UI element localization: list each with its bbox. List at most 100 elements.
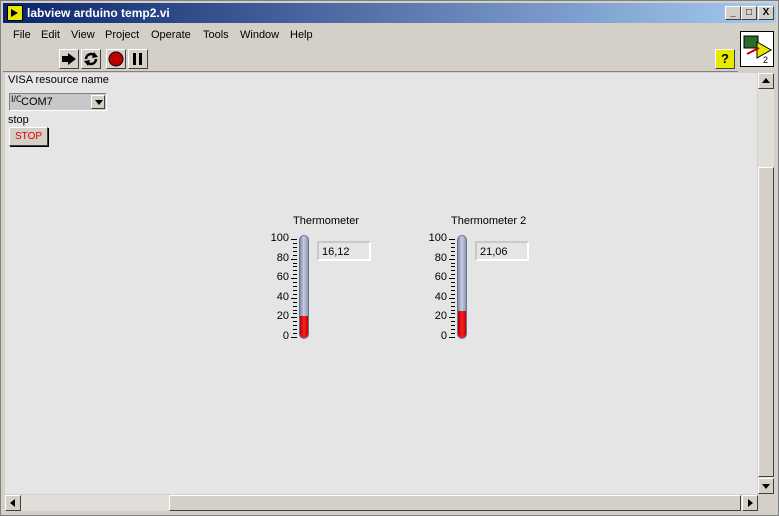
horizontal-scroll-thumb[interactable] (169, 495, 741, 511)
scale-tick (451, 246, 455, 248)
scale-tick (449, 258, 455, 260)
thermometer-1: Thermometer 100 80 60 40 20 0 16,12 (243, 215, 383, 345)
scale-tick (451, 262, 455, 264)
visa-label: VISA resource name (8, 74, 109, 86)
vertical-scrollbar[interactable] (758, 73, 774, 494)
thermometer-scale: 100 80 60 40 20 0 (401, 233, 455, 342)
visa-resource-control[interactable]: I/O COM7 (9, 93, 107, 111)
scale-tick (291, 278, 297, 280)
scale-tick-label: 40 (434, 290, 447, 303)
vertical-scroll-thumb[interactable] (758, 167, 774, 477)
size-grip[interactable] (758, 495, 774, 511)
run-button[interactable] (59, 49, 79, 69)
scale-tick (451, 254, 455, 256)
scale-tick (451, 274, 455, 276)
thermometer-label: Thermometer 2 (451, 215, 527, 227)
thermometer-readout-value: 21,06 (480, 246, 508, 258)
thermometer-label: Thermometer (293, 215, 360, 227)
scale-tick (451, 321, 455, 323)
menu-file[interactable]: File (13, 29, 31, 41)
scroll-left-button[interactable] (5, 495, 21, 511)
vi-connector-icon: 2 (743, 35, 773, 65)
scale-tick-label: 60 (276, 271, 289, 284)
arrow-left-icon (10, 499, 15, 507)
chevron-down-icon[interactable] (91, 95, 105, 109)
scroll-up-button[interactable] (758, 73, 774, 89)
scale-tick (293, 262, 297, 264)
pause-button[interactable] (128, 49, 148, 69)
thermometer-fill (300, 316, 308, 338)
scale-tick-label: 100 (270, 232, 289, 244)
maximize-button[interactable]: □ (741, 6, 757, 20)
pause-icon (133, 53, 142, 65)
run-continuously-icon (84, 52, 98, 66)
scale-tick (451, 325, 455, 327)
scale-tick (291, 297, 297, 299)
scale-tick (293, 286, 297, 288)
scale-tick (451, 266, 455, 268)
scale-tick-label: 80 (276, 251, 289, 264)
scale-tick (293, 309, 297, 311)
menu-window[interactable]: Window (240, 29, 279, 41)
menu-bar: File Edit View Project Operate Tools Win… (3, 25, 738, 45)
scale-tick (293, 274, 297, 276)
scale-tick (451, 305, 455, 307)
scale-tick (451, 286, 455, 288)
stop-label: stop (8, 114, 29, 126)
scale-tick (293, 266, 297, 268)
run-icon (62, 53, 76, 65)
thermometer-tube (457, 235, 467, 339)
scale-tick (451, 282, 455, 284)
scale-tick-label: 60 (434, 271, 447, 284)
front-panel: VISA resource name I/O COM7 stop STOP Th… (5, 73, 757, 494)
scale-tick (293, 329, 297, 331)
scale-tick-label: 20 (434, 310, 447, 323)
run-continuously-button[interactable] (81, 49, 101, 69)
scale-tick (451, 250, 455, 252)
abort-button[interactable] (106, 49, 126, 69)
menu-edit[interactable]: Edit (41, 29, 60, 41)
scale-tick (451, 293, 455, 295)
scale-tick (451, 333, 455, 335)
thermometer-fill (458, 311, 466, 338)
menu-tools[interactable]: Tools (203, 29, 229, 41)
scale-tick (291, 317, 297, 319)
menu-view[interactable]: View (71, 29, 95, 41)
scale-tick (451, 242, 455, 244)
scale-tick (451, 289, 455, 291)
title-bar: labview arduino temp2.vi _ □ X (3, 3, 776, 23)
arrow-down-icon (762, 484, 770, 489)
menu-help[interactable]: Help (290, 29, 313, 41)
menu-operate[interactable]: Operate (151, 29, 191, 41)
scroll-down-button[interactable] (758, 478, 774, 494)
scale-tick (449, 278, 455, 280)
close-button[interactable]: X (758, 6, 774, 20)
vi-icon[interactable]: 2 (740, 31, 774, 67)
scale-tick (291, 239, 297, 240)
scale-tick (293, 313, 297, 315)
minimize-button[interactable]: _ (725, 6, 741, 20)
scale-tick (449, 239, 455, 240)
scale-tick (293, 254, 297, 256)
arrow-right-icon (748, 499, 753, 507)
scale-tick (451, 309, 455, 311)
abort-icon (108, 51, 124, 67)
stop-button[interactable]: STOP (9, 127, 48, 146)
horizontal-scrollbar[interactable] (5, 495, 758, 511)
scale-tick (449, 317, 455, 319)
thermometer-readout-value: 16,12 (322, 246, 350, 258)
scale-tick (293, 289, 297, 291)
thermometer-scale: 100 80 60 40 20 0 (243, 232, 297, 342)
scale-tick (451, 270, 455, 272)
thermometer-tube (299, 235, 309, 339)
scale-tick-label: 20 (276, 310, 289, 323)
scale-tick (291, 258, 297, 260)
scale-tick (451, 313, 455, 315)
menu-project[interactable]: Project (105, 29, 139, 41)
thermometer-readout: 21,06 (475, 241, 529, 261)
scale-tick (293, 325, 297, 327)
context-help-button[interactable]: ? (715, 49, 735, 69)
scale-tick-label: 80 (434, 251, 447, 264)
visa-resource-value[interactable]: COM7 (21, 96, 91, 109)
scroll-right-button[interactable] (742, 495, 758, 511)
